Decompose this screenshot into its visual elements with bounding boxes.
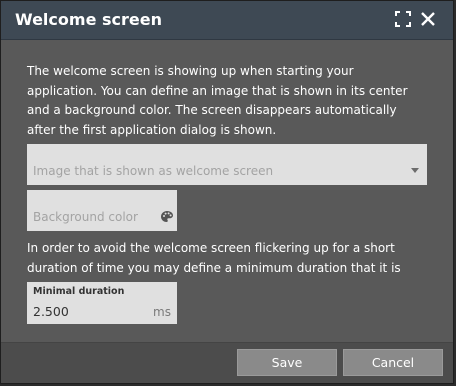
dialog-title: Welcome screen bbox=[15, 10, 162, 29]
expand-icon[interactable] bbox=[394, 10, 414, 30]
chevron-down-icon[interactable] bbox=[411, 168, 419, 173]
welcome-screen-dialog: Welcome screen The welcome screen is sho… bbox=[0, 0, 454, 384]
dialog-titlebar: Welcome screen bbox=[1, 1, 453, 40]
minimal-duration-field[interactable]: Minimal duration 2.500 ms bbox=[27, 282, 177, 324]
minimal-duration-label: Minimal duration bbox=[33, 286, 125, 297]
welcome-image-placeholder: Image that is shown as welcome screen bbox=[33, 164, 274, 178]
palette-icon[interactable] bbox=[160, 209, 174, 223]
dialog-footer: Save Cancel bbox=[1, 342, 453, 383]
background-color-field[interactable]: Background color bbox=[27, 190, 177, 231]
close-icon[interactable] bbox=[419, 10, 439, 30]
duration-unit: ms bbox=[153, 305, 171, 319]
welcome-image-select[interactable]: Image that is shown as welcome screen bbox=[27, 144, 427, 185]
save-button[interactable]: Save bbox=[237, 349, 337, 376]
background-color-placeholder: Background color bbox=[33, 210, 138, 224]
minimal-duration-input[interactable]: 2.500 bbox=[33, 304, 69, 319]
cancel-button[interactable]: Cancel bbox=[343, 349, 443, 376]
dialog-description: The welcome screen is showing up when st… bbox=[27, 64, 408, 137]
